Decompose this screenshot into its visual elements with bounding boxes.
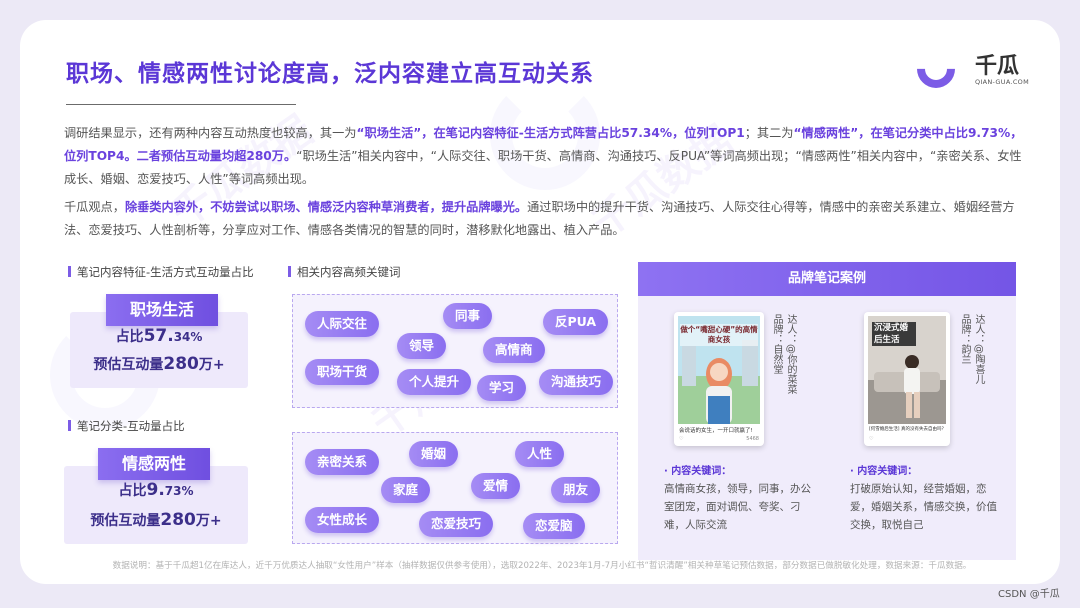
stat-ratio: 占比9.73% [118, 480, 194, 500]
keyword-pill: 高情商 [483, 337, 545, 363]
cover-title: 沉浸式婚后生活 [872, 322, 916, 346]
case-keywords-right: 打破原始认知，经营婚姻，恋爱，婚姻关系，情感交换，价值交换，取悦自己 [850, 483, 997, 531]
keyword-pill: 领导 [397, 333, 447, 359]
brand-case-panel: 品牌笔记案例 做个“嘴甜心硬”的高情商女孩 会说话的女生，一开口就赢了! ♡ 5… [638, 262, 1016, 560]
logo-name: 千瓜 [975, 54, 1020, 79]
keyword-pill: 亲密关系 [305, 449, 380, 475]
keyword-pill: 沟通技巧 [539, 369, 614, 395]
slide: 千瓜数据 千瓜数据 千瓜数据 千瓜数据 职场、情感两性讨论度高，泛内容建立高互动… [20, 20, 1060, 584]
keyword-pill: 个人提升 [397, 369, 472, 395]
section-label-category: 笔记分类-互动量占比 [68, 418, 185, 434]
para-highlight: “职场生活”，在笔记内容特征-生活方式阵营占比57.34%，位列TOP1 [356, 126, 745, 140]
page-title: 职场、情感两性讨论度高，泛内容建立高互动关系 [66, 61, 594, 87]
case-brand-left: 品牌：自然堂 [771, 314, 782, 374]
section-label-lifestyle: 笔记内容特征-生活方式互动量占比 [68, 264, 254, 280]
keyword-pill: 人性 [515, 441, 565, 467]
keyword-pill: 家庭 [381, 477, 431, 503]
case-header: 品牌笔记案例 [638, 262, 1016, 296]
stat-estimate: 预估互动量280万+ [90, 510, 222, 530]
case-brand-right: 品牌：韵兰 [959, 314, 970, 364]
keyword-pill: 女性成长 [305, 507, 380, 533]
note-caption: [何雪婚后生活] 真的没有失去自由吗？ [869, 427, 946, 432]
para-highlight: 除垂类内容外，不妨尝试以职场、情感泛内容种草消费者，提升品牌曝光。 [124, 200, 528, 214]
note-caption: 会说话的女生，一开口就赢了! [679, 428, 753, 434]
keyword-pill: 同事 [443, 303, 493, 329]
case-keywords-label: · 内容关键词： [850, 466, 918, 477]
case-author-right: 达人：@陶喜儿 [973, 314, 984, 384]
para-text: ；其二为 [744, 126, 794, 140]
keyword-pill: 婚姻 [409, 441, 459, 467]
viewpoint-paragraph: 千瓜观点，除垂类内容外，不妨尝试以职场、情感泛内容种草消费者，提升品牌曝光。通过… [64, 196, 1030, 242]
note-card-right[interactable]: 沉浸式婚后生活 [何雪婚后生活] 真的没有失去自由吗？ ♡ [864, 312, 950, 446]
note-card-left[interactable]: 做个“嘴甜心硬”的高情商女孩 会说话的女生，一开口就赢了! ♡ 5468 [674, 312, 764, 446]
case-keywords-left: 高情商女孩，领导，同事，办公室团宠，面对调侃、夸奖、刁难，人际交流 [664, 483, 811, 531]
keyword-cloud-love: 亲密关系 婚姻 人性 家庭 爱情 朋友 女性成长 恋爱技巧 恋爱脑 [292, 432, 618, 544]
logo-domain: QIAN-GUA.COM [975, 78, 1029, 86]
stat-title-work: 职场生活 [106, 294, 218, 326]
heart-icon: ♡ [869, 436, 874, 442]
note-cover-image: 做个“嘴甜心硬”的高情商女孩 [678, 316, 760, 424]
cover-title: 做个“嘴甜心硬”的高情商女孩 [680, 325, 758, 344]
keyword-pill: 朋友 [551, 477, 601, 503]
keyword-pill: 学习 [477, 375, 527, 401]
keyword-pill: 恋爱技巧 [419, 511, 494, 537]
stat-ratio: 占比57.34% [115, 326, 203, 346]
keyword-pill: 职场干货 [305, 359, 380, 385]
case-keywords-label: · 内容关键词： [664, 466, 732, 477]
keyword-pill: 恋爱脑 [523, 513, 585, 539]
keyword-pill: 爱情 [471, 473, 521, 499]
research-paragraph: 调研结果显示，还有两种内容互动热度也较高，其一为“职场生活”，在笔记内容特征-生… [64, 122, 1030, 190]
para-text: 千瓜观点， [64, 200, 125, 214]
note-meta: ♡ [869, 436, 945, 442]
note-meta: ♡ 5468 [679, 436, 759, 442]
section-label-keywords: 相关内容高频关键词 [288, 264, 401, 280]
note-likes: 5468 [746, 436, 759, 442]
case-author-left: 达人：@你的菜菜 [785, 314, 796, 394]
data-footnote: 数据说明：基于千瓜超1亿在库达人，近千万优质达人抽取“女性用户”样本（抽样数据仅… [112, 561, 972, 571]
logo-ring-icon [909, 42, 963, 96]
stat-title-love: 情感两性 [98, 448, 210, 480]
keyword-pill: 人际交往 [305, 311, 380, 337]
keyword-pill: 反PUA [543, 309, 609, 335]
csdn-watermark: CSDN @千瓜 [998, 589, 1060, 600]
keyword-cloud-work: 人际交往 同事 反PUA 领导 高情商 职场干货 个人提升 学习 沟通技巧 [292, 294, 618, 408]
heart-icon: ♡ [679, 436, 684, 442]
note-cover-image: 沉浸式婚后生活 [868, 316, 946, 424]
stat-estimate: 预估互动量280万+ [93, 354, 225, 374]
para-text: 调研结果显示，还有两种内容互动热度也较高，其一为 [64, 126, 357, 140]
qiangua-logo: 千瓜 QIAN-GUA.COM [909, 42, 1037, 98]
title-divider [66, 104, 296, 105]
